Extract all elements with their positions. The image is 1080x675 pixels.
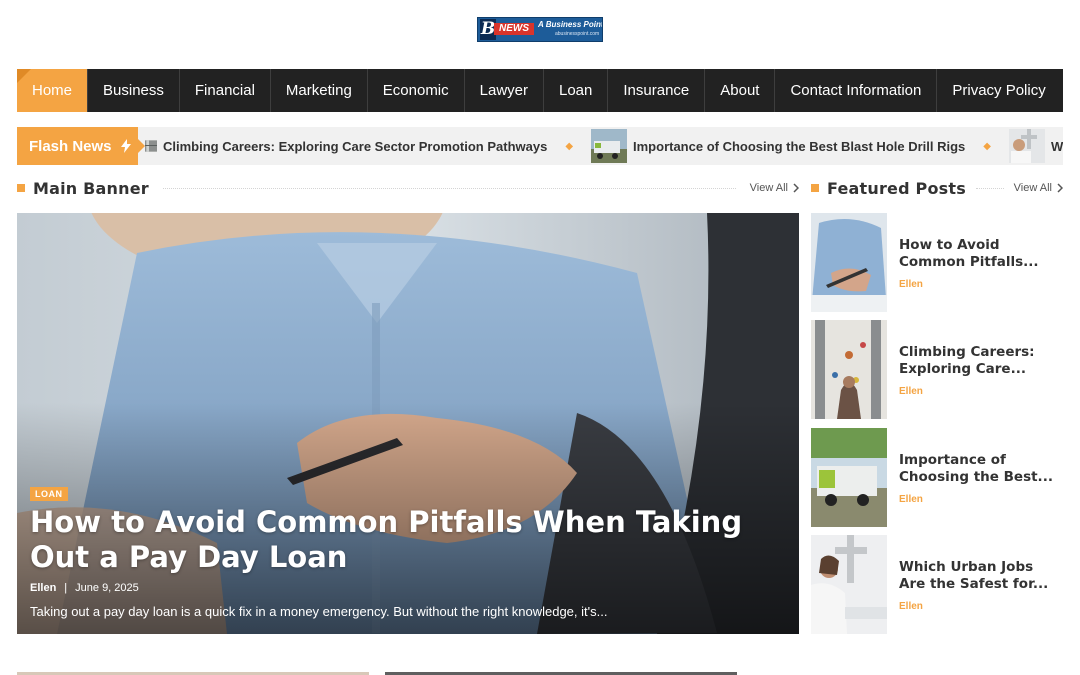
nav-item-economic[interactable]: Economic <box>368 69 465 112</box>
featured-post-item[interactable]: How to Avoid Common Pitfalls... Ellen <box>811 213 1063 312</box>
ticker-item[interactable]: Importance of Choosing the Best Blast Ho… <box>591 127 965 165</box>
nav-item-marketing[interactable]: Marketing <box>271 69 368 112</box>
logo-badge: NEWS <box>494 23 534 35</box>
chevron-right-icon <box>1057 183 1063 193</box>
ticker-thumbnail <box>1008 129 1045 163</box>
ticker-thumbnail <box>145 140 157 152</box>
section-marker-icon <box>17 184 25 192</box>
main-banner-view-all-link[interactable]: View All <box>750 182 799 194</box>
logo-tagline: A Business Point <box>538 20 603 29</box>
section-divider <box>162 187 736 189</box>
site-logo[interactable]: B NEWS A Business Point abusinesspoint.c… <box>477 17 603 42</box>
featured-thumbnail[interactable] <box>811 428 887 527</box>
nav-item-home[interactable]: Home <box>17 69 89 112</box>
flash-news-bar: Climbing Careers: Exploring Care Sector … <box>17 127 1063 165</box>
section-divider <box>975 187 1004 189</box>
lightning-icon <box>120 139 131 153</box>
ticker-thumbnail <box>591 129 628 163</box>
featured-post-item[interactable]: Climbing Careers: Exploring Care... Elle… <box>811 320 1063 419</box>
view-all-label: View All <box>749 182 788 194</box>
category-badge[interactable]: LOAN <box>30 487 68 501</box>
ticker-title: Which U <box>1050 138 1063 154</box>
post-date[interactable]: June 9, 2025 <box>75 582 139 594</box>
ticker-title: Climbing Careers: Exploring Care Sector … <box>163 138 548 154</box>
nav-item-about[interactable]: About <box>705 69 776 112</box>
nav-item-privacy-policy[interactable]: Privacy Policy <box>937 69 1060 112</box>
nav-item-insurance[interactable]: Insurance <box>608 69 706 112</box>
featured-author[interactable]: Ellen <box>899 386 923 397</box>
featured-thumbnail[interactable] <box>811 535 887 634</box>
flash-news-text: Flash News <box>29 137 112 155</box>
nav-item-business[interactable]: Business <box>88 69 180 112</box>
featured-post-item[interactable]: Which Urban Jobs Are the Safest for... E… <box>811 535 1063 634</box>
flash-news-label: Flash News <box>17 127 145 165</box>
author-link[interactable]: Ellen <box>30 582 56 594</box>
meta-separator: | <box>64 582 68 594</box>
featured-posts-header: Featured Posts View All <box>811 178 1063 198</box>
nav-item-contact-information[interactable]: Contact Information <box>775 69 938 112</box>
news-ticker: Climbing Careers: Exploring Care Sector … <box>145 127 1063 165</box>
featured-title[interactable]: Importance of Choosing the Best... <box>899 452 1059 486</box>
logo-url: abusinesspoint.com <box>555 31 600 37</box>
banner-meta: Ellen | June 9, 2025 <box>30 582 139 594</box>
nav-item-financial[interactable]: Financial <box>180 69 271 112</box>
featured-thumbnail[interactable] <box>811 213 887 312</box>
ticker-item[interactable]: Climbing Careers: Exploring Care Sector … <box>145 127 547 165</box>
main-nav: Home Business Financial Marketing Econom… <box>17 69 1063 112</box>
banner-excerpt: Taking out a pay day loan is a quick fix… <box>30 604 608 619</box>
main-banner-card[interactable]: LOAN How to Avoid Common Pitfalls When T… <box>17 213 799 634</box>
ticker-title: Importance of Choosing the Best Blast Ho… <box>633 138 966 154</box>
section-marker-icon <box>811 184 819 192</box>
main-banner-heading: Main Banner <box>33 178 149 198</box>
nav-item-loan[interactable]: Loan <box>544 69 609 112</box>
nav-item-lawyer[interactable]: Lawyer <box>465 69 544 112</box>
featured-title[interactable]: How to Avoid Common Pitfalls... <box>899 237 1059 271</box>
main-banner-header: Main Banner View All <box>17 178 799 198</box>
banner-title[interactable]: How to Avoid Common Pitfalls When Taking… <box>30 505 780 575</box>
ticker-separator-icon: ◆ <box>983 140 991 152</box>
featured-view-all-link[interactable]: View All <box>1014 182 1063 194</box>
ticker-item[interactable]: Which U <box>1008 127 1063 165</box>
featured-post-item[interactable]: Importance of Choosing the Best... Ellen <box>811 428 1063 527</box>
chevron-right-icon <box>793 183 799 193</box>
view-all-label: View All <box>1013 182 1052 194</box>
featured-posts-heading: Featured Posts <box>827 178 966 198</box>
featured-author[interactable]: Ellen <box>899 494 923 505</box>
featured-title[interactable]: Climbing Careers: Exploring Care... <box>899 344 1059 378</box>
featured-author[interactable]: Ellen <box>899 601 923 612</box>
featured-title[interactable]: Which Urban Jobs Are the Safest for... <box>899 559 1059 593</box>
featured-thumbnail[interactable] <box>811 320 887 419</box>
featured-author[interactable]: Ellen <box>899 279 923 290</box>
ticker-separator-icon: ◆ <box>565 140 574 152</box>
